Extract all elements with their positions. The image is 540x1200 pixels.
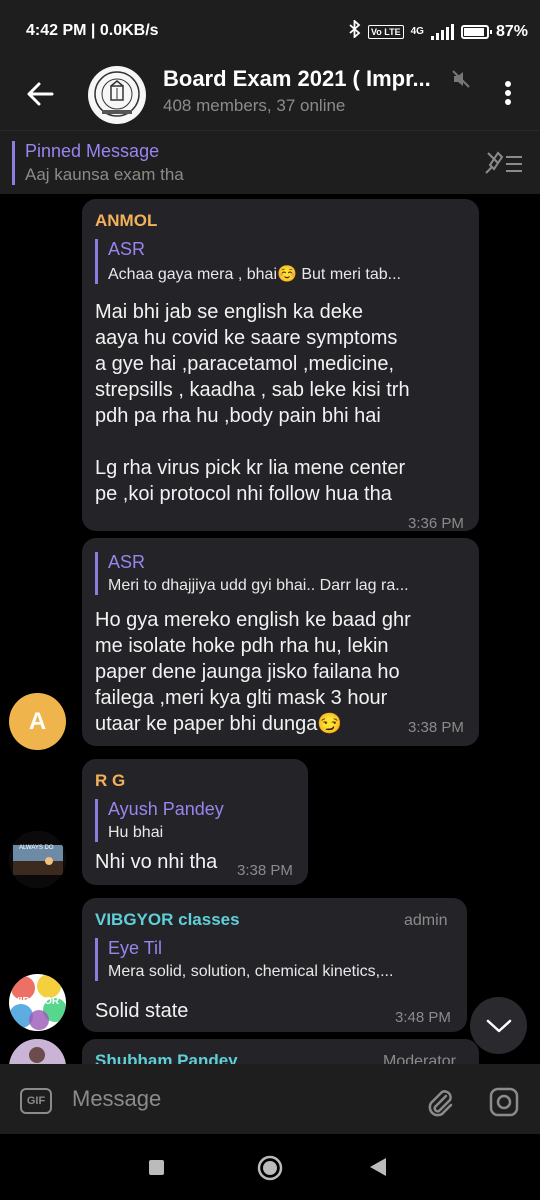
- message-text: Ho gya mereko english ke baad ghr me iso…: [95, 609, 411, 735]
- message-text: Nhi vo nhi tha: [95, 851, 218, 873]
- group-avatar[interactable]: [88, 66, 146, 124]
- pinned-list-button[interactable]: [484, 149, 524, 177]
- chat-subtitle: 408 members, 37 online: [163, 96, 346, 115]
- pinned-message-bar[interactable]: Pinned Message Aaj kaunsa exam tha: [0, 130, 540, 194]
- user-avatar[interactable]: A: [9, 693, 66, 750]
- pinned-title: Pinned Message: [25, 141, 160, 161]
- gif-button[interactable]: GIF: [20, 1088, 52, 1114]
- reply-text: Meri to dhajjiya udd gyi bhai.. Darr lag…: [108, 577, 409, 594]
- reply-text: Achaa gaya mera , bhai☺️ But meri tab...: [108, 266, 401, 283]
- chevron-down-icon: [486, 1019, 511, 1032]
- message-time: 3:38 PM: [237, 862, 293, 879]
- profile-photo-icon: [9, 1039, 66, 1064]
- camera-icon: [489, 1087, 519, 1117]
- reply-preview[interactable]: ASR Achaa gaya mera , bhai☺️ But meri ta…: [95, 239, 467, 284]
- network-type: 4G: [410, 26, 424, 37]
- reply-preview[interactable]: ASR Meri to dhajjiya udd gyi bhai.. Darr…: [95, 552, 467, 595]
- pin-list-icon: [485, 151, 522, 174]
- message-sender[interactable]: VIBGYOR classes: [95, 910, 240, 930]
- sender-role-badge: admin: [404, 912, 448, 929]
- user-avatar[interactable]: ALWAYS DO: [9, 831, 66, 888]
- status-time-speed: 4:42 PM | 0.0KB/s: [26, 22, 159, 39]
- home-button[interactable]: [257, 1155, 283, 1181]
- status-bar: 4:42 PM | 0.0KB/s Vo LTE 4G 87%: [0, 0, 540, 62]
- reply-author: Eye Til: [108, 938, 163, 958]
- scroll-down-button[interactable]: [470, 997, 527, 1054]
- avatar-caption: VIBGYOR: [13, 996, 60, 1007]
- paperclip-icon: [428, 1090, 453, 1117]
- recents-button[interactable]: [149, 1160, 164, 1175]
- message-input-bar: GIF Message: [0, 1064, 540, 1134]
- more-vertical-icon: [505, 81, 511, 105]
- reply-author: ASR: [108, 239, 146, 259]
- muted-icon: [452, 70, 470, 88]
- battery-icon: [460, 24, 492, 39]
- pinned-text: Aaj kaunsa exam tha: [25, 165, 184, 184]
- pinned-accent-bar: [12, 141, 15, 185]
- volte-icon: Vo LTE: [367, 24, 404, 39]
- message-text: Mai bhi jab se english ka deke aaya hu c…: [95, 301, 410, 505]
- nav-back-button[interactable]: [370, 1158, 386, 1176]
- reply-preview[interactable]: Eye Til Mera solid, solution, chemical k…: [95, 938, 455, 981]
- user-avatar[interactable]: VIBGYOR: [9, 974, 66, 1031]
- message-time: 3:48 PM: [395, 1009, 451, 1026]
- battery-level: 87%: [495, 22, 528, 40]
- message-time: 3:38 PM: [408, 719, 464, 736]
- message-sender[interactable]: Shubham Pandey: [95, 1051, 238, 1064]
- system-nav-bar: [0, 1134, 540, 1200]
- status-time: 4:42 PM: [26, 22, 87, 39]
- user-avatar[interactable]: [9, 1039, 66, 1064]
- chat-header: Board Exam 2021 ( Impr... 408 members, 3…: [0, 62, 540, 130]
- message-bubble[interactable]: VIBGYOR classes admin Eye Til Mera solid…: [82, 898, 467, 1032]
- cbse-logo-icon: [90, 68, 144, 122]
- landscape-avatar-icon: [9, 831, 66, 888]
- message-bubble[interactable]: ANMOL ASR Achaa gaya mera , bhai☺️ But m…: [82, 199, 479, 532]
- message-bubble[interactable]: ASR Meri to dhajjiya udd gyi bhai.. Darr…: [82, 538, 479, 746]
- chat-title[interactable]: Board Exam 2021 ( Impr...: [163, 66, 449, 92]
- net-speed: 0.0KB/s: [99, 22, 159, 39]
- message-input[interactable]: Message: [72, 1086, 161, 1112]
- back-button[interactable]: [22, 74, 62, 114]
- message-sender[interactable]: R G: [95, 771, 125, 791]
- avatar-letter: A: [28, 707, 47, 735]
- message-bubble[interactable]: Shubham Pandey Moderator: [82, 1039, 479, 1064]
- reply-text: Mera solid, solution, chemical kinetics,…: [108, 963, 394, 980]
- arrow-left-icon: [27, 82, 54, 106]
- more-menu-button[interactable]: [496, 78, 520, 108]
- avatar-caption: ALWAYS DO: [19, 845, 54, 851]
- bluetooth-icon: [349, 18, 361, 43]
- status-icons: Vo LTE 4G 87%: [349, 18, 528, 43]
- reply-author: Ayush Pandey: [108, 799, 224, 819]
- attach-button[interactable]: [424, 1086, 456, 1118]
- message-sender[interactable]: ANMOL: [95, 211, 157, 231]
- sender-role-badge: Moderator: [383, 1053, 456, 1064]
- signal-icon: [430, 23, 454, 40]
- reply-author: ASR: [108, 552, 146, 572]
- home-circle-icon: [257, 1155, 283, 1181]
- reply-preview[interactable]: Ayush Pandey Hu bhai: [95, 799, 295, 842]
- message-time: 3:36 PM: [408, 515, 464, 532]
- chat-history[interactable]: ANMOL ASR Achaa gaya mera , bhai☺️ But m…: [0, 194, 540, 1064]
- instagram-camera-button[interactable]: [488, 1086, 520, 1118]
- reply-text: Hu bhai: [108, 824, 164, 841]
- message-text: Solid state: [95, 1000, 189, 1022]
- message-bubble[interactable]: R G Ayush Pandey Hu bhai Nhi vo nhi tha …: [82, 759, 308, 885]
